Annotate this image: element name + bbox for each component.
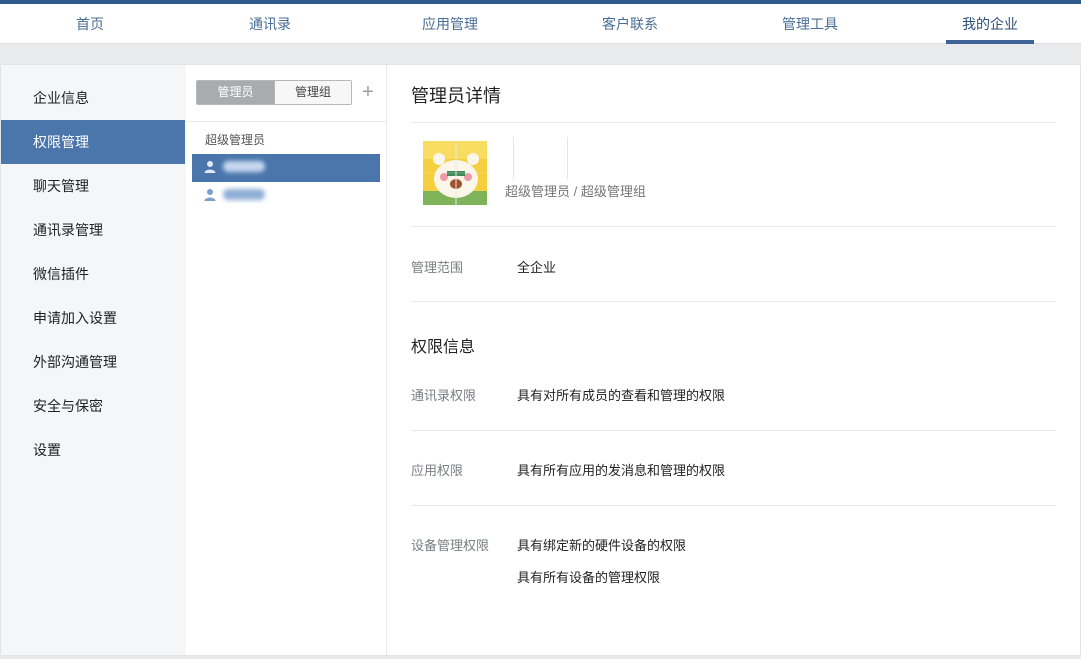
divider: [411, 122, 1056, 123]
divider: [411, 301, 1056, 302]
admin-list-item[interactable]: [192, 154, 380, 182]
sidebar-item-enterprise-info[interactable]: 企业信息: [1, 76, 185, 120]
admin-name-redacted: [223, 189, 265, 200]
divider: [411, 226, 1056, 227]
sidebar-item-permissions[interactable]: 权限管理: [1, 120, 185, 164]
divider: [411, 430, 1056, 431]
tab-administrators[interactable]: 管理员: [197, 81, 274, 104]
app-permission-value: 具有所有应用的发消息和管理的权限: [517, 463, 726, 478]
nav-active-indicator: [946, 40, 1034, 44]
admin-role: 超级管理员 / 超级管理组: [505, 184, 646, 199]
admin-tab-switch: 管理员 管理组: [196, 80, 352, 105]
avatar: [423, 141, 487, 205]
nav-app-management[interactable]: 应用管理: [390, 4, 510, 44]
admin-detail-panel: 管理员详情 超级管理员 / 超级管理组 管理范围 全企业 权限信息 通讯录权限 …: [387, 65, 1080, 655]
nav-management-tools[interactable]: 管理工具: [750, 4, 870, 44]
admin-list-panel: 管理员 管理组 + 超级管理员: [186, 65, 387, 655]
scope-label: 管理范围: [411, 260, 464, 275]
divider: [411, 505, 1056, 506]
sidebar-item-wechat-plugin[interactable]: 微信插件: [1, 252, 185, 296]
scope-value: 全企业: [517, 260, 557, 275]
device-permission-label: 设备管理权限: [411, 538, 490, 553]
sidebar-item-chat-management[interactable]: 聊天管理: [1, 164, 185, 208]
sidebar-item-settings[interactable]: 设置: [1, 428, 185, 472]
admin-name-redacted: [223, 161, 265, 172]
sidebar: 企业信息 权限管理 聊天管理 通讯录管理 微信插件 申请加入设置 外部沟通管理 …: [1, 65, 186, 655]
page-title: 管理员详情: [411, 86, 501, 106]
group-label-super-admin: 超级管理员: [205, 133, 266, 147]
plus-icon[interactable]: +: [358, 79, 378, 105]
sidebar-item-external-communication[interactable]: 外部沟通管理: [1, 340, 185, 384]
contacts-permission-label: 通讯录权限: [411, 388, 477, 403]
contacts-permission-value: 具有对所有成员的查看和管理的权限: [517, 388, 726, 403]
device-permission-value: 具有绑定新的硬件设备的权限: [517, 538, 687, 553]
person-icon: [204, 189, 216, 201]
nav-customer-contact[interactable]: 客户联系: [570, 4, 690, 44]
nav-home[interactable]: 首页: [30, 4, 150, 44]
sidebar-item-contacts-management[interactable]: 通讯录管理: [1, 208, 185, 252]
app-permission-label: 应用权限: [411, 463, 464, 478]
tab-admin-groups[interactable]: 管理组: [274, 81, 351, 104]
admin-name-redacted: [513, 137, 568, 179]
content-card: 企业信息 权限管理 聊天管理 通讯录管理 微信插件 申请加入设置 外部沟通管理 …: [0, 64, 1081, 656]
permissions-title: 权限信息: [411, 339, 476, 356]
person-icon: [204, 161, 216, 173]
sidebar-item-join-settings[interactable]: 申请加入设置: [1, 296, 185, 340]
top-navigation: 首页 通讯录 应用管理 客户联系 管理工具 我的企业: [0, 4, 1081, 44]
nav-my-enterprise[interactable]: 我的企业: [930, 4, 1050, 44]
divider: [186, 121, 386, 122]
device-permission-value: 具有所有设备的管理权限: [517, 570, 661, 585]
sidebar-item-security[interactable]: 安全与保密: [1, 384, 185, 428]
nav-contacts[interactable]: 通讯录: [210, 4, 330, 44]
admin-list-item[interactable]: [192, 182, 380, 210]
